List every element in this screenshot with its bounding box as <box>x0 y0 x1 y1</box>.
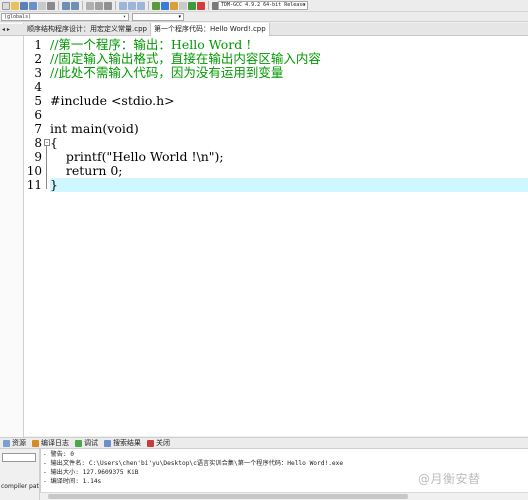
code-line[interactable]: { <box>50 136 58 150</box>
goto-icon[interactable] <box>104 1 112 10</box>
compiler-panel-left: compiler pat <box>0 449 40 500</box>
line-number: 1 <box>34 38 42 52</box>
tab-icon <box>75 439 82 447</box>
code-line[interactable]: printf("Hello World !\n"); <box>50 150 224 164</box>
toolbar-separator <box>82 1 83 10</box>
line-number: 4 <box>34 80 42 94</box>
compiler-path-label: compiler pat <box>1 483 39 490</box>
tab-icon <box>3 439 10 447</box>
tab-icon <box>32 439 39 447</box>
bottom-tab-label: 编译日志 <box>41 439 69 447</box>
log-line: - 编译时间: 1.14s <box>43 478 102 485</box>
scope-select-value: (globals) <box>4 14 32 20</box>
log-line: - 输出大小: 127.9609375 KiB <box>43 469 139 476</box>
horizontal-scrollbar[interactable] <box>40 492 528 500</box>
line-number: 2 <box>34 52 42 66</box>
ide-window: TDM-GCC 4.9.2 64-bit Release ▾ (globals)… <box>0 0 528 500</box>
compiler-list[interactable] <box>2 453 36 462</box>
replace-icon[interactable] <box>95 1 103 10</box>
line-number: 3 <box>34 66 42 80</box>
tab-icon <box>104 439 111 447</box>
editor-tab[interactable]: 顺序结构程序设计：用宏定义常量.cpp <box>24 23 151 36</box>
print-icon[interactable] <box>47 1 55 10</box>
fold-guide <box>46 145 47 189</box>
save-icon[interactable] <box>20 1 28 10</box>
log-line: - 警告: 0 <box>43 451 75 458</box>
panel-tab-scroll[interactable]: ◂ ▸ <box>0 24 24 36</box>
compiler-select-value: TDM-GCC 4.9.2 64-bit Release <box>221 2 306 8</box>
chevron-down-icon: ▾ <box>178 14 181 20</box>
chevron-down-icon: ▾ <box>122 14 126 20</box>
line-number: 5 <box>34 94 42 108</box>
find-icon[interactable] <box>86 1 94 10</box>
scope-select[interactable]: (globals) ▾ <box>1 13 129 21</box>
bottom-tab-label: 资源 <box>12 439 26 447</box>
line-number: 9 <box>34 150 42 164</box>
comment-line[interactable]: //此处不需输入代码，因为没有运用到变量 <box>50 66 283 80</box>
main-toolbar: TDM-GCC 4.9.2 64-bit Release ▾ <box>0 0 528 12</box>
bottom-tab-label: 调试 <box>84 439 98 447</box>
close-icon[interactable] <box>38 1 46 10</box>
redo-icon[interactable] <box>71 1 79 10</box>
compiler-select[interactable]: TDM-GCC 4.9.2 64-bit Release ▾ <box>218 1 308 10</box>
chevron-down-icon: ▾ <box>302 2 306 8</box>
bottom-tab-label: 搜索结果 <box>113 439 141 447</box>
compile-icon[interactable] <box>152 1 160 10</box>
bottom-tab-label: 关闭 <box>156 439 170 447</box>
editor-tabs: 顺序结构程序设计：用宏定义常量.cpp 第一个程序代码：Hello Word!.c… <box>24 23 528 36</box>
line-number: 10 <box>26 164 42 178</box>
new-file-icon[interactable] <box>2 1 10 10</box>
scope-toolbar: (globals) ▾ ▾ <box>0 12 528 22</box>
log-line: - 输出文件名: C:\Users\chen'bi'yu\Desktop\c语言… <box>43 460 344 467</box>
compile-run-icon[interactable] <box>170 1 178 10</box>
bottom-tab[interactable]: 资源 <box>0 438 29 448</box>
code-line[interactable]: int main(void) <box>50 122 139 136</box>
bottom-tab[interactable]: 关闭 <box>144 438 173 448</box>
bottom-tab[interactable]: 编译日志 <box>29 438 72 448</box>
bottom-panel-tabs: 资源 编译日志 调试 搜索结果 关闭 <box>0 437 528 449</box>
layout-icon[interactable] <box>137 1 145 10</box>
code-line[interactable]: #include <stdio.h> <box>50 94 175 108</box>
code-line[interactable]: return 0; <box>50 164 123 178</box>
editor-tab[interactable]: 第一个程序代码：Hello Word!.cpp <box>150 23 270 36</box>
symbol-select[interactable]: ▾ <box>132 13 184 21</box>
line-number: 6 <box>34 108 42 122</box>
scrollbar-thumb[interactable] <box>48 494 408 499</box>
layout-icon[interactable] <box>128 1 136 10</box>
code-line[interactable]: } <box>50 178 528 192</box>
run-icon[interactable] <box>161 1 169 10</box>
layout-icon[interactable] <box>119 1 127 10</box>
toolbar-separator <box>148 1 149 10</box>
line-number: 8 <box>34 136 42 150</box>
code-editor[interactable]: 1 2 3 4 5 6 7 8 9 10 11 - //第一个程序：输出：Hello Word ! /… <box>24 36 528 436</box>
comment-line[interactable]: //固定输入输出格式，直接在输出内容区输入内容 <box>50 52 321 66</box>
check-icon[interactable] <box>188 1 196 10</box>
undo-icon[interactable] <box>62 1 70 10</box>
line-number: 7 <box>34 122 42 136</box>
project-panel <box>0 23 24 437</box>
save-all-icon[interactable] <box>29 1 37 10</box>
tab-icon <box>147 439 154 447</box>
rebuild-icon[interactable] <box>179 1 187 10</box>
toolbar-separator <box>58 1 59 10</box>
toolbar-separator <box>208 1 209 10</box>
line-number: 11 <box>26 178 42 192</box>
stop-icon[interactable] <box>197 1 205 10</box>
watermark: @月衡安替 <box>418 472 481 486</box>
bottom-tab[interactable]: 搜索结果 <box>101 438 144 448</box>
bottom-tab[interactable]: 调试 <box>72 438 101 448</box>
toolbar-separator <box>115 1 116 10</box>
open-icon[interactable] <box>11 1 19 10</box>
line-number-gutter: 1 2 3 4 5 6 7 8 9 10 11 <box>24 36 44 436</box>
comment-line[interactable]: //第一个程序：输出：Hello Word ! <box>50 38 251 52</box>
